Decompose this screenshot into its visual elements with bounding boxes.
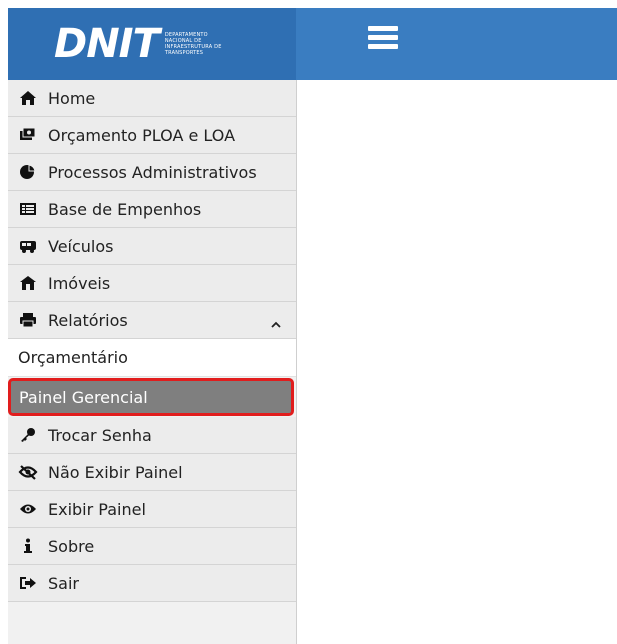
submenu-item-painel-gerencial[interactable]: Painel Gerencial [8,378,294,416]
hamburger-icon[interactable] [368,26,398,50]
info-icon [18,537,38,555]
sidebar-item-label: Orçamento PLOA e LOA [48,125,236,145]
eye-icon [18,500,38,518]
sidebar-item-label: Processos Administrativos [48,162,257,182]
key-icon [18,426,38,444]
logo-text: DNIT [54,21,160,67]
sidebar-item-label: Não Exibir Painel [48,462,183,482]
eye-slash-icon [18,463,38,481]
bus-icon [18,237,38,255]
printer-icon [18,311,38,329]
sidebar-item-label: Sair [48,573,79,593]
sidebar-item-sair[interactable]: Sair [8,565,296,602]
sidebar-item-veiculos[interactable]: Veículos [8,228,296,265]
sidebar-item-label: Sobre [48,536,95,556]
home-icon [18,89,38,107]
logo-subtitle: Departamento Nacional de Infraestrutura … [164,32,222,56]
sidebar-item-exibir-painel[interactable]: Exibir Painel [8,491,296,528]
submenu-item-label: Orçamentário [18,348,128,367]
sidebar-item-home[interactable]: Home [8,80,296,117]
sidebar-item-base-empenhos[interactable]: Base de Empenhos [8,191,296,228]
sidebar-item-label: Veículos [48,236,114,256]
sidebar-item-label: Home [48,88,96,108]
pie-chart-icon [18,163,38,181]
sidebar-item-orcamento[interactable]: Orçamento PLOA e LOA [8,117,296,154]
table-icon [18,200,38,218]
sidebar-item-label: Exibir Painel [48,499,146,519]
logo-area: DNIT Departamento Nacional de Infraestru… [8,8,296,80]
sidebar-item-label: Base de Empenhos [48,199,202,219]
dnit-logo[interactable]: DNIT Departamento Nacional de Infraestru… [54,22,227,66]
sidebar-item-label: Imóveis [48,273,111,293]
submenu-item-orcamentario[interactable]: Orçamentário [8,339,296,377]
sidebar-item-label: Trocar Senha [48,425,152,445]
sidebar-item-label: Relatórios [48,310,128,330]
money-icon [18,126,38,144]
submenu-item-label: Painel Gerencial [19,387,148,407]
sidebar-item-trocar-senha[interactable]: Trocar Senha [8,417,296,454]
sidebar: Home Orçamento PLOA e LOA Processos Admi… [8,80,297,644]
sidebar-item-relatorios[interactable]: Relatórios [8,302,296,339]
top-bar: DNIT Departamento Nacional de Infraestru… [8,8,617,80]
sidebar-item-imoveis[interactable]: Imóveis [8,265,296,302]
sidebar-item-nao-exibir-painel[interactable]: Não Exibir Painel [8,454,296,491]
app-frame: DNIT Departamento Nacional de Infraestru… [8,8,617,644]
building-icon [18,274,38,292]
sidebar-item-processos[interactable]: Processos Administrativos [8,154,296,191]
sidebar-item-sobre[interactable]: Sobre [8,528,296,565]
sign-out-icon [18,574,38,592]
chevron-up-icon[interactable] [270,315,282,328]
